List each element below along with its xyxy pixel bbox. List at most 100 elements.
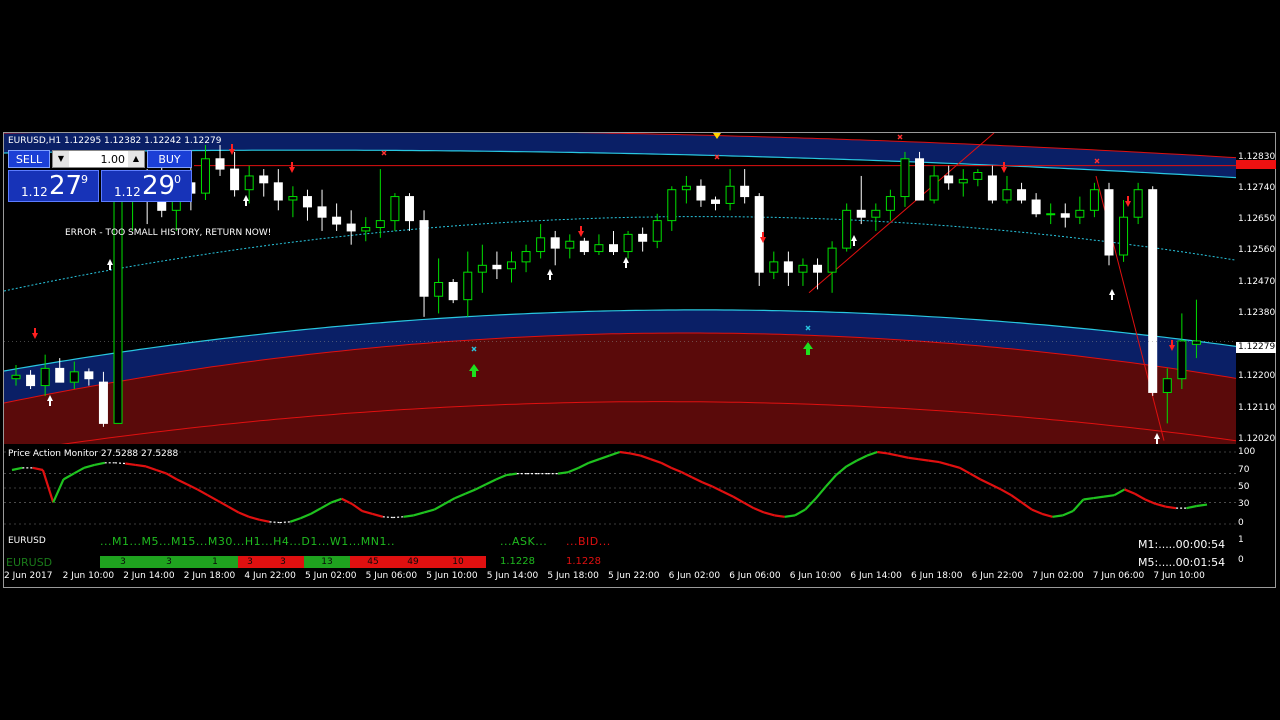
candle-body <box>69 371 79 383</box>
candle-body <box>842 209 852 249</box>
osc-tick: 30 <box>1238 499 1250 509</box>
candle-body <box>1148 189 1158 393</box>
candle-body <box>390 196 400 222</box>
oscillator-segment <box>1165 505 1177 510</box>
sell-button[interactable]: SELL <box>8 150 50 168</box>
oscillator-segment <box>269 521 280 524</box>
lot-size-input[interactable] <box>71 151 125 167</box>
time-tick: 4 Jun 22:00 <box>244 571 296 581</box>
time-tick: 6 Jun 06:00 <box>729 571 781 581</box>
oscillator-segment <box>506 472 517 477</box>
candle-body <box>1017 189 1027 201</box>
mtf-axis-bottom: 0 <box>1238 555 1244 565</box>
oscillator-segment <box>908 456 919 461</box>
candle-body <box>302 196 312 208</box>
candle-body <box>623 233 633 253</box>
time-tick: 6 Jun 10:00 <box>789 571 842 581</box>
candle-body <box>652 220 662 242</box>
candle-body <box>929 175 939 201</box>
chevron-down-icon[interactable]: ▼ <box>53 151 69 167</box>
time-axis: 2 Jun 2017 2 Jun 10:00 2 Jun 14:00 2 Jun 18… <box>4 569 1236 587</box>
candle-body <box>1089 189 1099 211</box>
oscillator-title: Price Action Monitor 27.5288 27.5288 <box>8 449 179 459</box>
oscillator-segment <box>774 514 785 518</box>
candle-body <box>434 281 444 297</box>
candle-body <box>667 189 677 222</box>
candle-body <box>1002 189 1012 201</box>
candle-body <box>696 185 706 201</box>
candle-body <box>40 367 50 387</box>
time-tick: 2 Jun 18:00 <box>183 571 236 581</box>
candle-body <box>987 175 997 201</box>
price-tick: 1.12200 <box>1238 371 1276 381</box>
candle-body <box>740 185 750 198</box>
oscillator-segment <box>382 516 394 519</box>
ask-value: 1.1228 <box>500 556 535 567</box>
time-tick: 5 Jun 14:00 <box>486 571 539 581</box>
osc-tick: 0 <box>1238 518 1244 528</box>
price-tick: 1.12560 <box>1238 245 1276 255</box>
price-tick: 1.12470 <box>1238 277 1276 287</box>
current-price-label: 1.12279 <box>1236 342 1276 353</box>
oscillator-panel[interactable] <box>4 446 1236 532</box>
candle-body <box>1133 189 1143 218</box>
buy-signal-arrow-icon <box>243 195 249 206</box>
candle-body <box>536 237 546 253</box>
candle-body <box>944 175 954 184</box>
candle-body <box>26 374 36 387</box>
candle-body <box>813 264 823 273</box>
osc-tick: 50 <box>1238 482 1250 492</box>
osc-tick: 100 <box>1238 447 1256 457</box>
mtf-bid-label: ...BID... <box>566 535 611 548</box>
candle-body <box>404 196 414 222</box>
sell-price-fraction: 9 <box>81 173 88 186</box>
candle-body <box>346 223 356 232</box>
time-tick: 7 Jun 10:00 <box>1153 571 1205 581</box>
lot-size-stepper[interactable]: ▼ ▲ <box>52 150 145 168</box>
candle-body <box>1162 378 1172 393</box>
candle-body <box>273 182 283 201</box>
buy-price-quote[interactable]: 1.12 29 0 <box>101 170 192 202</box>
candle-body <box>973 172 983 180</box>
oscillator-segment <box>403 514 414 518</box>
time-tick: 6 Jun 18:00 <box>911 571 963 581</box>
timer-m1: M1:.....00:00:54 <box>1138 538 1226 551</box>
candle-body <box>638 233 648 242</box>
candle-body <box>419 220 429 297</box>
sell-price-prefix: 1.12 <box>21 185 48 199</box>
candle-body <box>609 244 618 253</box>
candle-body <box>594 244 604 253</box>
candle-body <box>200 158 210 194</box>
time-tick: 5 Jun 10:00 <box>426 571 478 581</box>
candle-body <box>448 281 458 301</box>
time-tick: 2 Jun 2017 <box>4 571 53 581</box>
time-tick: 5 Jun 22:00 <box>608 571 660 581</box>
candle-body <box>1060 213 1070 218</box>
candle-body <box>11 374 21 380</box>
bid-value: 1.1228 <box>566 556 601 567</box>
sell-price-pips: 27 <box>49 171 83 201</box>
mtf-strength-cell: 3 <box>262 556 304 568</box>
time-tick: 7 Jun 06:00 <box>1092 571 1145 581</box>
oscillator-segment <box>619 450 631 455</box>
candle-body <box>711 199 721 204</box>
sell-price-quote[interactable]: 1.12 27 9 <box>8 170 99 202</box>
chevron-up-icon[interactable]: ▲ <box>128 151 144 167</box>
candle-body <box>871 209 881 218</box>
candle-body <box>332 216 342 225</box>
error-message: ERROR - TOO SMALL HISTORY, RETURN NOW! <box>65 228 272 238</box>
mtf-strength-cell: 45 <box>350 556 396 568</box>
buy-button[interactable]: BUY <box>147 150 192 168</box>
buy-price-pips: 29 <box>142 171 176 201</box>
candle-body <box>288 196 298 201</box>
candle-body <box>579 240 589 253</box>
oscillator-segment <box>918 458 930 462</box>
buy-signal-arrow-icon <box>547 269 553 280</box>
time-tick: 5 Jun 06:00 <box>365 571 418 581</box>
oscillator-segment <box>877 450 888 455</box>
candle-body <box>230 168 240 191</box>
mtf-strength-cell: 1 <box>192 556 238 568</box>
price-tick: 1.12110 <box>1238 403 1276 413</box>
time-tick: 6 Jun 02:00 <box>668 571 721 581</box>
candle-body <box>798 264 808 273</box>
